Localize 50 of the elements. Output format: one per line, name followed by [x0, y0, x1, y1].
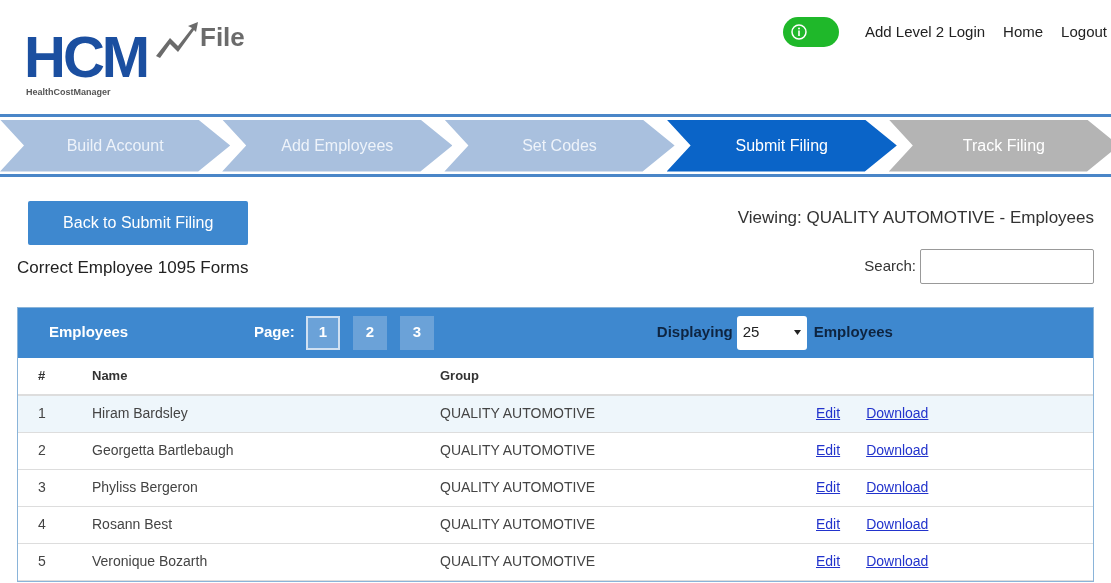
table-title: Employees	[49, 322, 130, 343]
edit-link[interactable]: Edit	[816, 551, 841, 572]
table-cell-text: Veronique Bozarth	[91, 552, 209, 571]
info-icon	[791, 24, 807, 40]
page-size-select[interactable]: 25	[736, 315, 807, 350]
nav-link[interactable]: Logout	[1061, 20, 1107, 44]
viewing-label: Viewing: QUALITY AUTOMOTIVE - Employees	[737, 207, 1094, 229]
logo-mark: HCM	[24, 28, 148, 86]
table-cell-text: Hiram Bardsley	[91, 404, 189, 423]
page-label: Page:	[254, 322, 295, 343]
column-header: Group	[439, 366, 479, 385]
edit-link[interactable]: Edit	[816, 514, 841, 535]
table-cell-text: QUALITY AUTOMOTIVE	[439, 441, 597, 460]
table-cell-text: 4	[37, 515, 47, 534]
download-link[interactable]: Download	[866, 514, 929, 535]
page-subtitle: Correct Employee 1095 Forms	[17, 257, 249, 279]
edit-link[interactable]: Edit	[816, 477, 841, 498]
column-header: #	[37, 366, 47, 385]
column-header: Name	[91, 366, 129, 385]
nav-link[interactable]: Home	[1003, 20, 1044, 44]
table-cell-text: QUALITY AUTOMOTIVE	[439, 515, 597, 534]
table-cell-text: QUALITY AUTOMOTIVE	[439, 552, 597, 571]
table-cell-text: 5	[37, 552, 47, 571]
nav-link[interactable]: Add Level 2 Login	[865, 20, 986, 44]
step-tab[interactable]: Submit Filing	[666, 119, 897, 172]
table-cell-text: 1	[37, 404, 47, 423]
edit-link[interactable]: Edit	[816, 440, 841, 461]
table-cell-text: Georgetta Bartlebaugh	[91, 441, 235, 460]
edit-link[interactable]: Edit	[816, 403, 841, 424]
arrow-icon	[154, 22, 198, 58]
back-button[interactable]: Back to Submit Filing	[28, 201, 249, 245]
toggle-switch[interactable]	[783, 17, 839, 47]
table-cell-text: QUALITY AUTOMOTIVE	[439, 404, 597, 423]
download-link[interactable]: Download	[866, 477, 929, 498]
table-cell-text: Phyliss Bergeron	[91, 478, 199, 497]
logo-word: File	[200, 24, 245, 50]
displaying-label: Displaying	[656, 322, 733, 343]
table-cell-text: QUALITY AUTOMOTIVE	[439, 478, 597, 497]
download-link[interactable]: Download	[866, 551, 929, 572]
download-link[interactable]: Download	[866, 403, 929, 424]
logo-tagline: HealthCostManager	[26, 86, 111, 99]
table-cell-text: 2	[37, 441, 47, 460]
table-cell-text: 3	[37, 478, 47, 497]
download-link[interactable]: Download	[866, 440, 929, 461]
table-row[interactable]: 1 Hiram Bardsley QUALITY AUTOMOTIVE Edit Download	[18, 395, 1093, 433]
search-label: Search:	[864, 255, 916, 276]
search-field[interactable]	[920, 248, 1094, 284]
displaying-suffix: Employees	[813, 322, 893, 343]
caret-icon	[793, 330, 801, 335]
table-cell-text: Rosann Best	[91, 515, 174, 534]
